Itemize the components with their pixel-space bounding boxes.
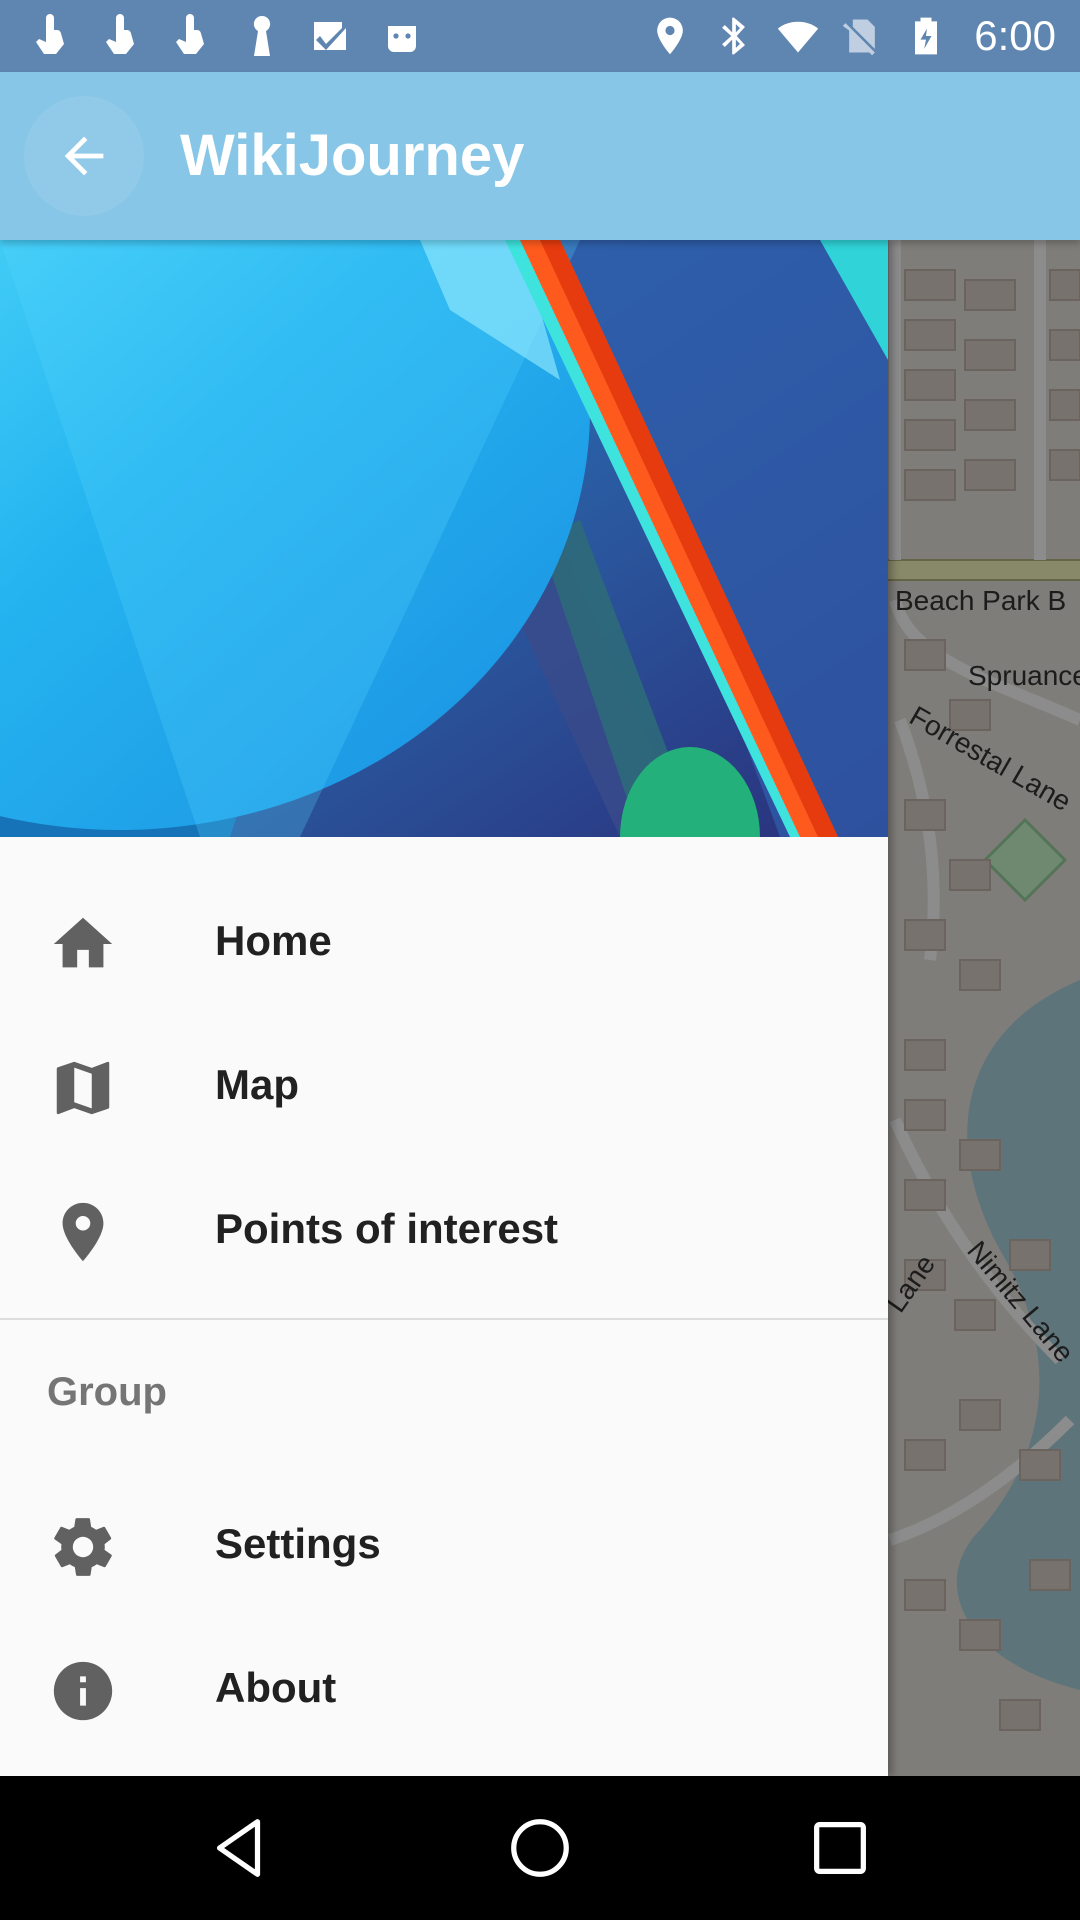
material-wallpaper	[0, 240, 888, 837]
app-bar: WikiJourney	[0, 72, 1080, 240]
settings-icon	[48, 1512, 118, 1582]
app-title: WikiJourney	[180, 123, 525, 188]
notification-icons	[28, 10, 426, 62]
nav-item-home[interactable]: Home	[0, 867, 888, 1011]
recents-square-icon	[814, 1822, 866, 1874]
battery-icon	[915, 17, 938, 55]
nav-item-label: Settings	[215, 1520, 381, 1567]
touch-icon	[36, 14, 64, 54]
status-bar: 6:00	[0, 0, 1080, 72]
navigation-drawer: Home Map Points of interest Group Settin…	[0, 240, 888, 1776]
nav-item-settings[interactable]: Settings	[0, 1470, 888, 1614]
location-icon	[657, 17, 684, 55]
nav-item-label: Home	[215, 917, 332, 964]
nav-item-label: Points of interest	[215, 1205, 559, 1252]
group-title: Group	[47, 1370, 167, 1414]
home-circle-icon	[511, 1819, 569, 1877]
nav-item-points-of-interest[interactable]: Points of interest	[0, 1155, 888, 1299]
nav-home-button[interactable]	[490, 1798, 590, 1898]
wifi-icon	[778, 21, 819, 53]
keyhole-icon	[253, 15, 271, 56]
check-icon	[314, 22, 346, 50]
nav-recents-button[interactable]	[790, 1798, 890, 1898]
home-icon	[48, 909, 118, 979]
place-icon	[48, 1197, 118, 1267]
nav-item-about[interactable]: About	[0, 1614, 888, 1758]
nav-item-map[interactable]: Map	[0, 1011, 888, 1155]
back-button[interactable]	[24, 96, 144, 216]
nav-back-button[interactable]	[190, 1798, 290, 1898]
nav-item-label: Map	[215, 1061, 299, 1108]
back-triangle-icon	[216, 1819, 261, 1877]
divider	[0, 1318, 888, 1320]
touch-icon	[176, 14, 204, 54]
android-icon	[388, 18, 416, 52]
bluetooth-icon	[722, 17, 746, 55]
info-icon	[48, 1656, 118, 1726]
nav-item-label: About	[215, 1664, 337, 1711]
system-icons: 6:00	[648, 10, 1056, 62]
system-navigation-bar	[0, 1776, 1080, 1920]
map-icon	[48, 1053, 118, 1123]
touch-icon	[106, 14, 134, 54]
drawer-header-image	[0, 240, 888, 837]
no-sim-icon	[843, 19, 876, 56]
clock: 6:00	[974, 12, 1056, 59]
arrow-back-icon	[64, 136, 104, 176]
